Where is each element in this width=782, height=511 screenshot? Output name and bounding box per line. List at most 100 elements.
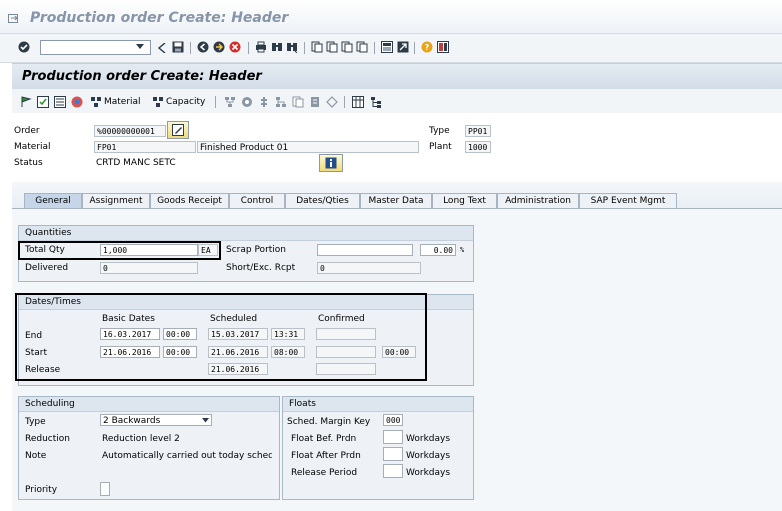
scrap-portion-label: Scrap Portion: [226, 245, 287, 255]
tab-dates-qties[interactable]: Dates/Qties: [285, 193, 360, 208]
float-before-unit: Workdays: [406, 434, 451, 444]
type-label: Type: [429, 126, 450, 136]
status-label: Status: [14, 158, 43, 168]
material-field: FP01: [94, 141, 196, 153]
pencil-icon: [172, 124, 184, 136]
customize-layout-icon[interactable]: [437, 41, 449, 53]
table-icon[interactable]: [352, 96, 364, 108]
tab-general[interactable]: General: [24, 193, 82, 208]
floats-group: Floats: [282, 396, 474, 500]
tab-long-text[interactable]: Long Text: [432, 193, 497, 208]
order-label: Order: [14, 126, 40, 136]
tab-administration[interactable]: Administration: [497, 193, 579, 208]
command-dropdown-icon[interactable]: [136, 44, 144, 50]
floats-title: Floats: [283, 397, 473, 412]
edit-order-button[interactable]: [167, 121, 189, 139]
material-label: Material: [14, 142, 51, 152]
scheduling-type-select[interactable]: 2 Backwards: [100, 414, 212, 426]
structure-icon[interactable]: [275, 96, 287, 108]
tab-goods-receipt[interactable]: Goods Receipt: [150, 193, 229, 208]
plant-field: 1000: [465, 141, 491, 153]
release-flag-icon[interactable]: [20, 96, 32, 108]
components-icon[interactable]: [258, 96, 270, 108]
quantities-title: Quantities: [19, 226, 473, 241]
release-period-field[interactable]: [383, 464, 403, 478]
order-number-field: %00000000001: [94, 125, 166, 137]
first-page-icon[interactable]: [311, 41, 323, 53]
percent-sign: %: [460, 246, 465, 254]
material-button[interactable]: Material: [104, 97, 141, 107]
reduction-value: Reduction level 2: [102, 434, 180, 444]
priority-field[interactable]: [100, 482, 110, 496]
delivered-label: Delivered: [25, 263, 69, 273]
reduction-label: Reduction: [25, 434, 70, 444]
last-page-icon[interactable]: [356, 41, 368, 53]
status-info-button[interactable]: [319, 154, 343, 172]
float-after-field[interactable]: [383, 447, 403, 461]
stop-icon[interactable]: [71, 96, 83, 108]
scrap-portion-field[interactable]: [317, 244, 413, 256]
print-icon[interactable]: [255, 41, 267, 53]
note-value: Automatically carried out today sched…: [102, 451, 272, 461]
status-value: CRTD MANC SETC: [96, 158, 176, 168]
hierarchy-icon[interactable]: [370, 96, 382, 108]
delivered-field: 0: [100, 262, 198, 274]
network-icon[interactable]: [326, 96, 338, 108]
short-exc-rcpt-label: Short/Exc. Rcpt: [226, 263, 296, 273]
prt-icon[interactable]: [309, 96, 321, 108]
sched-margin-key-field[interactable]: 000: [383, 414, 403, 426]
check-icon[interactable]: [37, 96, 49, 108]
back-arrow-icon[interactable]: [158, 43, 166, 53]
new-session-icon[interactable]: [381, 41, 393, 53]
release-period-unit: Workdays: [406, 468, 451, 478]
save-icon[interactable]: [172, 41, 184, 53]
help-icon[interactable]: ?: [421, 41, 433, 53]
capacity-button[interactable]: Capacity: [166, 97, 205, 107]
find-icon[interactable]: [271, 41, 283, 53]
next-page-icon[interactable]: [341, 41, 353, 53]
svg-text:?: ?: [425, 43, 430, 52]
material-icon[interactable]: [90, 96, 103, 108]
sched-margin-key-label: Sched. Margin Key: [287, 417, 371, 427]
chevron-down-icon[interactable]: [202, 418, 209, 423]
tab-control[interactable]: Control: [229, 193, 285, 208]
cancel-icon[interactable]: [229, 41, 241, 53]
find-next-icon[interactable]: [286, 41, 298, 53]
priority-label: Priority: [25, 485, 58, 495]
float-before-field[interactable]: [383, 430, 403, 444]
float-after-unit: Workdays: [406, 451, 451, 461]
enter-icon[interactable]: [18, 41, 30, 53]
title-bar: Production order Create: Header: [0, 0, 782, 34]
plant-label: Plant: [429, 142, 452, 152]
scrap-percent-field[interactable]: 0.00: [420, 244, 456, 256]
release-period-label: Release Period: [291, 468, 358, 478]
short-exc-rcpt-field: 0: [317, 262, 421, 274]
float-before-label: Float Bef. Prdn: [291, 434, 357, 444]
previous-page-icon[interactable]: [326, 41, 338, 53]
scheduling-group: Scheduling: [18, 396, 280, 500]
list-icon[interactable]: [54, 96, 66, 108]
command-field[interactable]: [40, 40, 151, 55]
info-icon: [325, 157, 337, 169]
scheduling-title: Scheduling: [19, 397, 279, 412]
dates-times-highlight: [15, 293, 427, 381]
documents-icon[interactable]: [292, 96, 304, 108]
screen-header: Production order Create: Header: [12, 63, 782, 90]
shortcut-icon[interactable]: [397, 41, 409, 53]
window-menu-icon[interactable]: [8, 14, 20, 24]
capacity-icon[interactable]: [152, 96, 165, 108]
page-title: Production order Create: Header: [22, 69, 262, 84]
scheduling-type-label: Type: [25, 417, 46, 427]
sequences-icon[interactable]: [241, 96, 253, 108]
note-label: Note: [25, 451, 47, 461]
tab-assignment[interactable]: Assignment: [82, 193, 150, 208]
tab-sap-event-mgmt[interactable]: SAP Event Mgmt: [579, 193, 677, 208]
order-type-field: PP01: [465, 125, 491, 137]
operations-icon[interactable]: [224, 96, 236, 108]
back-icon[interactable]: [197, 41, 209, 53]
material-description-field: Finished Product 01: [197, 141, 419, 153]
tab-master-data[interactable]: Master Data: [360, 193, 432, 208]
window-title: Production order Create: Header: [30, 10, 289, 26]
exit-icon[interactable]: [213, 41, 225, 53]
total-qty-highlight: [18, 241, 221, 260]
